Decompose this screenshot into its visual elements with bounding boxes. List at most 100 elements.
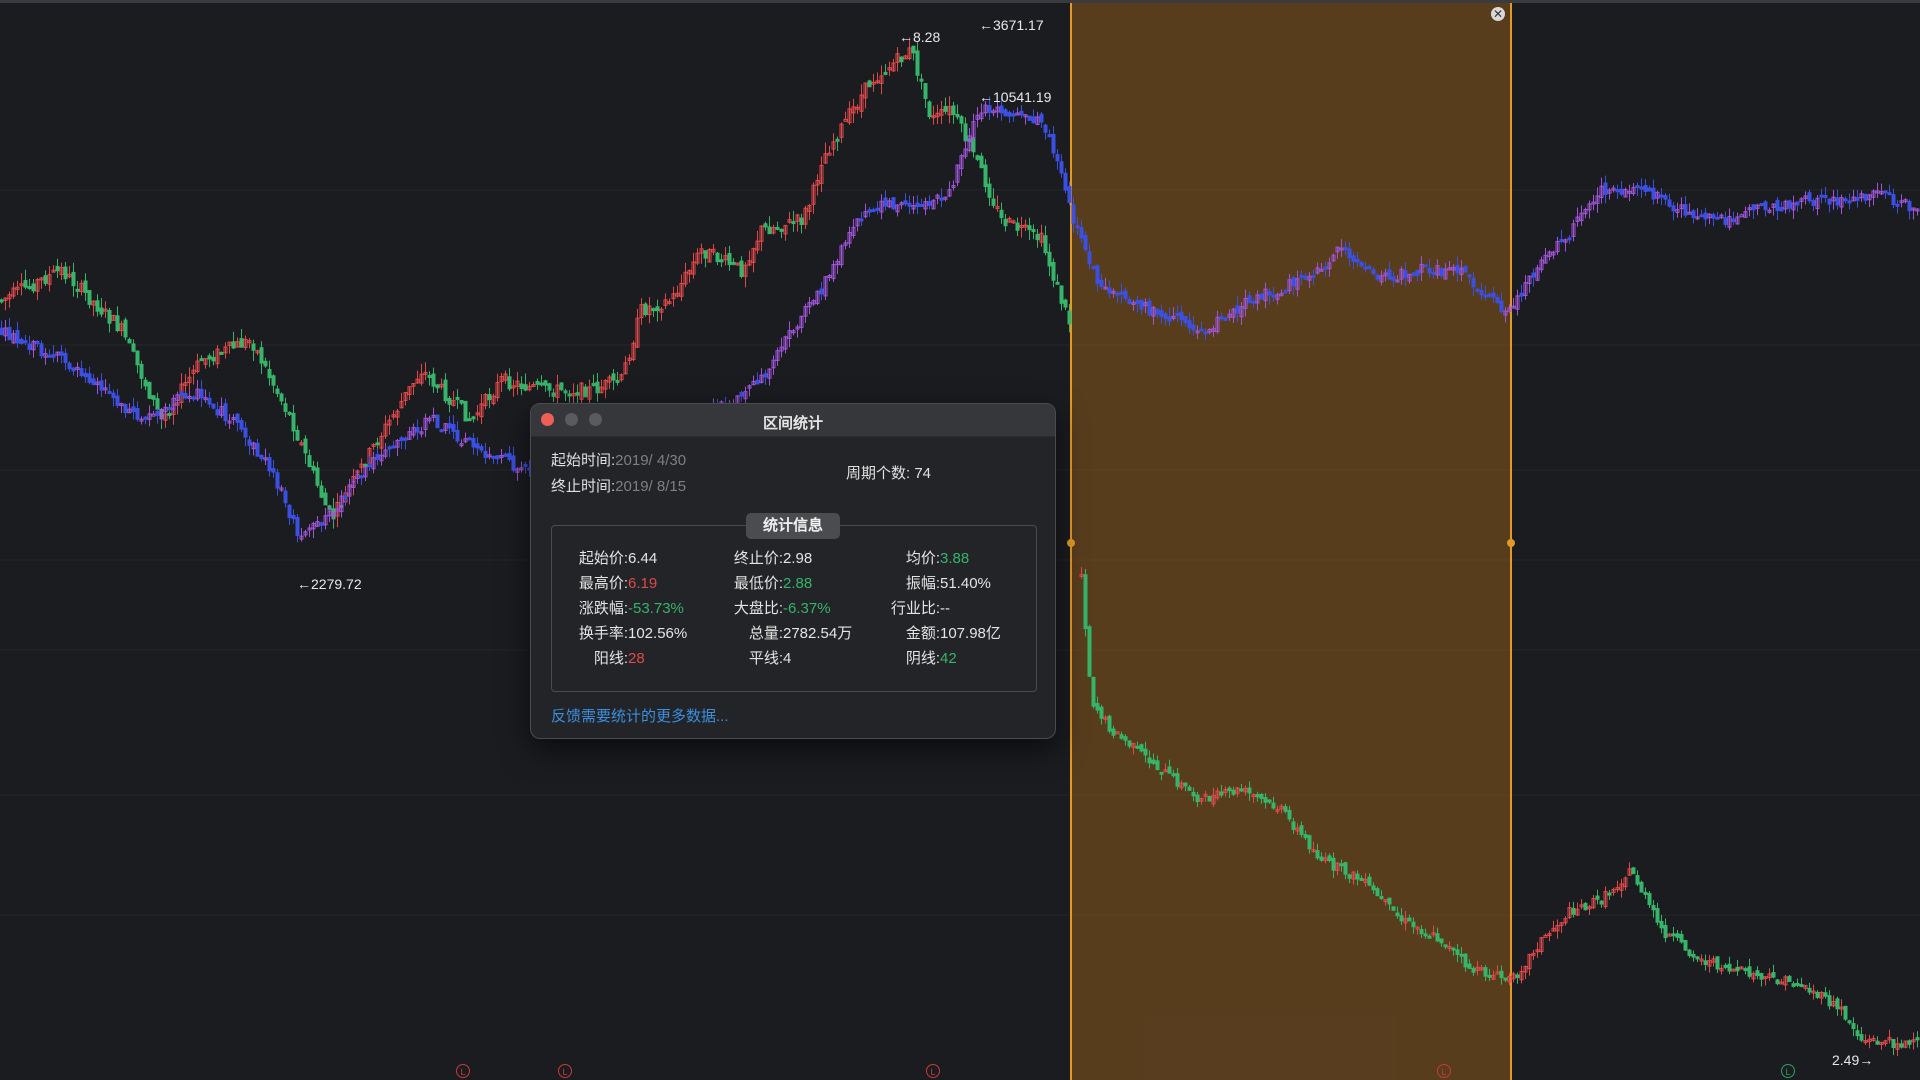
index-candle-body — [1835, 197, 1840, 206]
event-marker[interactable]: L — [926, 1064, 940, 1078]
stock-candle-body — [1487, 974, 1492, 978]
index-candle-body — [387, 446, 392, 450]
event-marker[interactable]: L — [456, 1064, 470, 1078]
close-selection-icon[interactable]: ✕ — [1491, 7, 1505, 21]
stats-section-title: 统计信息 — [746, 513, 840, 539]
stock-candle-body — [1119, 734, 1124, 739]
stock-candle-body — [271, 375, 276, 386]
index-candle-body — [59, 351, 64, 356]
stock-candle-body — [1091, 676, 1096, 707]
stock-candle-body — [63, 266, 68, 280]
index-candle-body — [1439, 268, 1444, 277]
stock-candle-body — [1087, 626, 1092, 677]
stock-candle-body — [911, 45, 916, 54]
stock-candle-body — [1891, 1039, 1896, 1049]
index-candle-body — [907, 202, 912, 207]
stock-candle-body — [1503, 977, 1508, 981]
index-candle-body — [107, 390, 112, 394]
end-time-row: 终止时间:2019/ 8/15 — [551, 475, 686, 496]
index-candle-body — [1199, 328, 1204, 332]
stock-candle-body — [1175, 773, 1180, 787]
event-marker[interactable]: L — [558, 1064, 572, 1078]
index-candle-body — [1659, 194, 1664, 198]
index-candle-body — [1063, 172, 1068, 191]
stock-candle-body — [463, 400, 468, 422]
index-candle-body — [1723, 217, 1728, 225]
stock-candle-body — [459, 399, 464, 404]
stock-candle-body — [295, 429, 300, 441]
stock-candle-body — [1147, 757, 1152, 764]
index-candle-body — [1347, 248, 1352, 259]
index-candle-body — [1847, 200, 1852, 204]
stock-candle-body — [1291, 821, 1296, 830]
index-candle-body — [1047, 134, 1052, 138]
stat-end-price: 终止价:2.98 — [733, 550, 813, 567]
stock-candle-body — [1367, 876, 1372, 886]
index-candle-body — [123, 404, 128, 414]
stock-candle-body — [1679, 933, 1684, 943]
periods-row: 周期个数: 74 — [846, 462, 931, 483]
stock-candle-body — [1727, 963, 1732, 972]
stock-candle-body — [1331, 857, 1336, 871]
stock-candle-body — [1299, 825, 1304, 835]
stock-candle-body — [27, 286, 32, 290]
stock-candle-body — [1263, 797, 1268, 803]
index-candle-body — [27, 343, 32, 351]
stock-candle-body — [123, 319, 128, 338]
stock-candle-body — [991, 198, 996, 206]
index-candle-body — [1907, 200, 1912, 212]
feedback-link[interactable]: 反馈需要统计的更多数据... — [551, 705, 729, 726]
stock-candle-body — [75, 288, 80, 292]
index-candle-body — [1147, 300, 1152, 316]
event-marker[interactable]: L — [1437, 1064, 1451, 1078]
stat-amplitude: 振幅:51.40% — [905, 575, 991, 592]
index-candle-body — [455, 429, 460, 442]
stock-candle-body — [199, 358, 204, 362]
stock-candle-body — [1183, 782, 1188, 787]
stock-candle-body — [211, 356, 216, 362]
stock-candle-body — [1195, 794, 1200, 803]
index-candle-body — [1487, 293, 1492, 297]
stock-candle-body — [1247, 787, 1252, 794]
index-candle-body — [1651, 187, 1656, 200]
stock-candle-body — [923, 83, 928, 99]
stock-candle-body — [1875, 1040, 1880, 1045]
stock-candle-body — [87, 290, 92, 305]
stock-candle-body — [1315, 850, 1320, 859]
price-label-3671: ←3671.17 — [979, 17, 1044, 33]
index-candle-body — [1467, 274, 1472, 278]
event-marker[interactable]: L — [1781, 1064, 1795, 1078]
stock-candle-body — [1747, 966, 1752, 977]
index-candle-body — [239, 420, 244, 430]
index-candle-body — [1639, 186, 1644, 190]
index-candle-body — [255, 442, 260, 457]
stock-candle-body — [219, 351, 224, 355]
index-candle-body — [1603, 182, 1608, 195]
index-candle-body — [319, 522, 324, 526]
stock-candle-body — [963, 123, 968, 142]
index-candle-body — [1559, 238, 1564, 242]
end-time-value: 2019/ 8/15 — [615, 478, 687, 495]
index-candle-body — [1083, 235, 1088, 251]
index-candle-body — [1127, 298, 1132, 305]
stock-candle-body — [107, 310, 112, 324]
index-candle-body — [1155, 308, 1160, 315]
stock-candle-body — [1419, 929, 1424, 935]
index-candle-body — [1251, 300, 1256, 304]
index-candle-body — [1371, 269, 1376, 275]
dialog-titlebar[interactable]: 区间统计 — [531, 404, 1055, 437]
index-candle-body — [191, 396, 196, 400]
stock-candle-body — [1359, 877, 1364, 881]
periods-label: 周期个数: — [846, 465, 911, 482]
stock-candle-body — [1799, 983, 1804, 988]
index-candle-body — [1763, 201, 1768, 211]
stock-candle-body — [959, 116, 964, 124]
index-candle-body — [391, 445, 396, 449]
stock-candle-body — [1375, 888, 1380, 897]
index-candle-body — [99, 380, 104, 391]
index-candle-body — [1271, 294, 1276, 298]
stock-candle-body — [1835, 998, 1840, 1010]
index-candle-body — [343, 495, 348, 499]
index-candle-body — [1647, 187, 1652, 192]
index-candle-body — [507, 452, 512, 460]
